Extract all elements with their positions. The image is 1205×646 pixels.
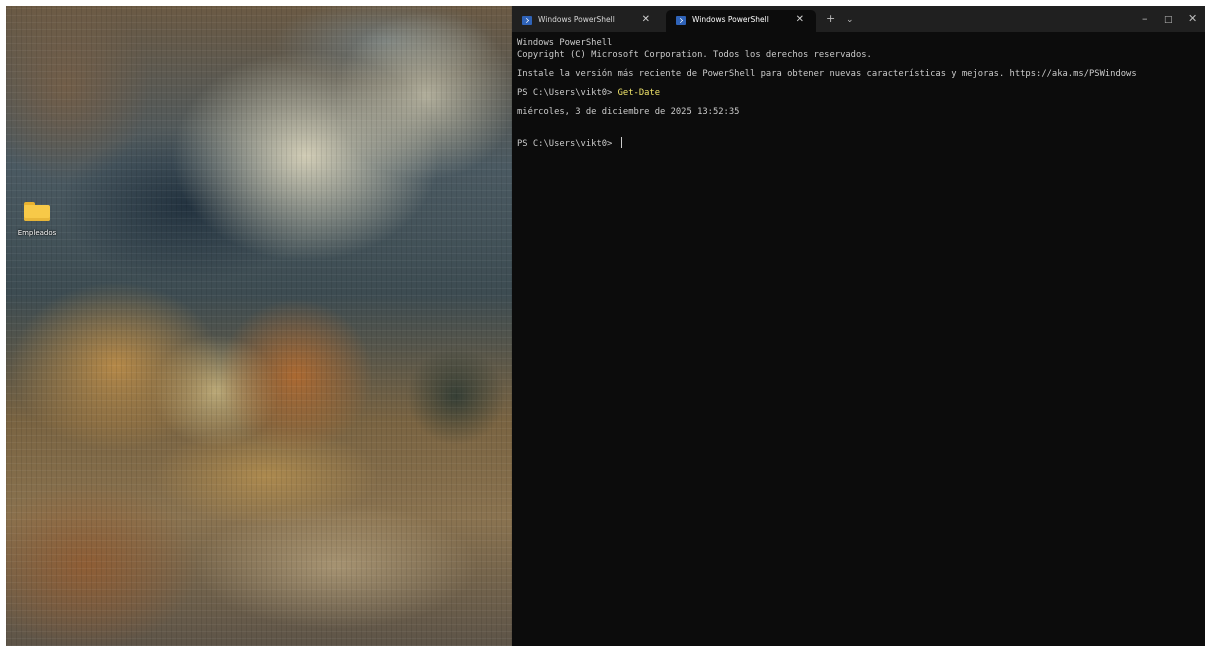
text-cursor [620, 137, 622, 148]
new-tab-button[interactable]: + [826, 12, 835, 26]
folder-icon [24, 202, 50, 221]
tab-powershell-1[interactable]: Windows PowerShell ✕ [512, 10, 662, 32]
console-line: Instale la versión más reciente de Power… [517, 69, 1137, 79]
console-prompt-line[interactable]: PS C:\Users\vikt0> [517, 137, 1199, 149]
console-output[interactable]: Windows PowerShell Copyright (C) Microso… [517, 37, 1199, 149]
desktop-icon-empleados[interactable]: Empleados [12, 202, 62, 237]
close-window-button[interactable]: ✕ [1188, 12, 1197, 26]
powershell-icon [676, 16, 686, 25]
close-tab-icon[interactable]: ✕ [642, 13, 650, 27]
prompt-text: PS C:\Users\vikt0> [517, 88, 618, 98]
desktop-icon-label: Empleados [17, 229, 57, 237]
desktop-wallpaper: Empleados [6, 6, 512, 646]
wallpaper-texture [6, 6, 512, 646]
powershell-icon [522, 16, 532, 25]
maximize-button[interactable]: □ [1164, 13, 1173, 27]
console-line: Windows PowerShell [517, 38, 613, 48]
tab-bar: Windows PowerShell ✕ Windows PowerShell … [512, 6, 1205, 32]
minimize-button[interactable]: – [1142, 12, 1148, 26]
tab-title: Windows PowerShell [692, 15, 769, 24]
tab-title: Windows PowerShell [538, 15, 615, 24]
command-text: Get-Date [617, 88, 661, 98]
console-line: Copyright (C) Microsoft Corporation. Tod… [517, 50, 872, 60]
close-tab-icon[interactable]: ✕ [796, 13, 804, 27]
prompt-text: PS C:\Users\vikt0> [517, 139, 618, 149]
console-prompt-line: PS C:\Users\vikt0> Get-Date [517, 87, 1199, 99]
console-line: miércoles, 3 de diciembre de 2025 13:52:… [517, 107, 740, 117]
tab-powershell-2[interactable]: Windows PowerShell ✕ [666, 10, 816, 32]
terminal-window[interactable]: Windows PowerShell ✕ Windows PowerShell … [512, 6, 1205, 646]
chevron-down-icon[interactable]: ⌄ [846, 13, 854, 27]
